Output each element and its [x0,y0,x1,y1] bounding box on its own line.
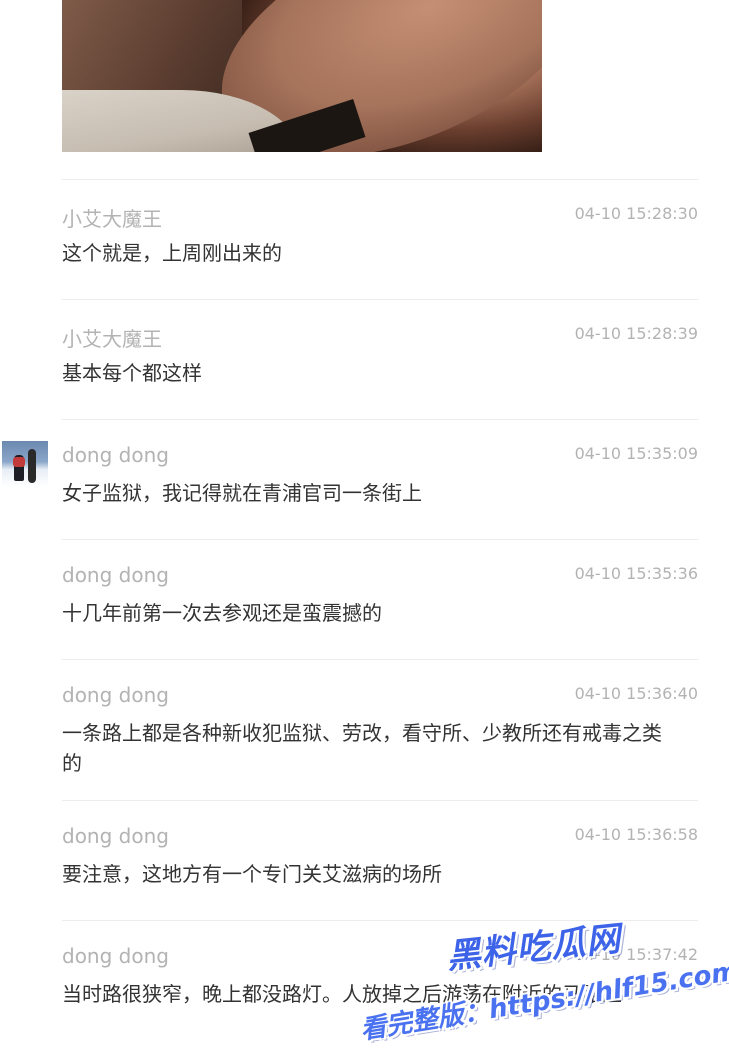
comment-timestamp: 04-10 15:28:39 [574,324,698,343]
comment-item: dong dong 04-10 15:35:36 十几年前第一次去参观还是蛮震撼… [62,539,698,659]
avatar-snowboard [28,449,36,483]
comment-timestamp: 04-10 15:35:36 [574,564,698,583]
avatar-jacket [13,457,25,467]
comment-item: 小艾大魔王 04-10 15:28:30 这个就是，上周刚出来的 [62,179,698,299]
comment-item: dong dong 04-10 15:37:42 当时路很狭窄，晚上都没路灯。人… [62,920,698,1059]
comment-timestamp: 04-10 15:37:42 [574,945,698,964]
comment-username[interactable]: dong dong [62,824,169,848]
comment-timestamp: 04-10 15:28:30 [574,204,698,223]
comment-message: 女子监狱，我记得就在青浦官司一条街上 [62,481,422,505]
comment-message: 基本每个都这样 [62,361,202,385]
comment-message: 十几年前第一次去参观还是蛮震撼的 [62,601,382,625]
comment-item: dong dong 04-10 15:36:40 一条路上都是各种新收犯监狱、劳… [62,659,698,800]
comment-username[interactable]: dong dong [62,563,169,587]
comment-item: 小艾大魔王 04-10 15:28:39 基本每个都这样 [62,299,698,419]
comment-username[interactable]: 小艾大魔王 [62,203,162,232]
comment-message: 这个就是，上周刚出来的 [62,241,282,265]
comment-username[interactable]: dong dong [62,683,169,707]
comment-message: 一条路上都是各种新收犯监狱、劳改，看守所、少教所还有戒毒之类的 [62,721,662,775]
comment-timestamp: 04-10 15:36:58 [574,825,698,844]
comment-username[interactable]: dong dong [62,944,169,968]
comment-username[interactable]: 小艾大魔王 [62,323,162,352]
comment-message: 要注意，这地方有一个专门关艾滋病的场所 [62,862,442,886]
avatar[interactable] [2,441,48,487]
comment-timestamp: 04-10 15:36:40 [574,684,698,703]
comment-username[interactable]: dong dong [62,443,169,467]
comment-item: dong dong 04-10 15:35:09 女子监狱，我记得就在青浦官司一… [2,419,698,539]
comment-timestamp: 04-10 15:35:09 [574,444,698,463]
comment-item: dong dong 04-10 15:36:58 要注意，这地方有一个专门关艾滋… [62,800,698,920]
comment-message: 当时路很狭窄，晚上都没路灯。人放掉之后游荡在附近的马路上 [62,982,622,1006]
post-photo[interactable] [62,0,542,152]
